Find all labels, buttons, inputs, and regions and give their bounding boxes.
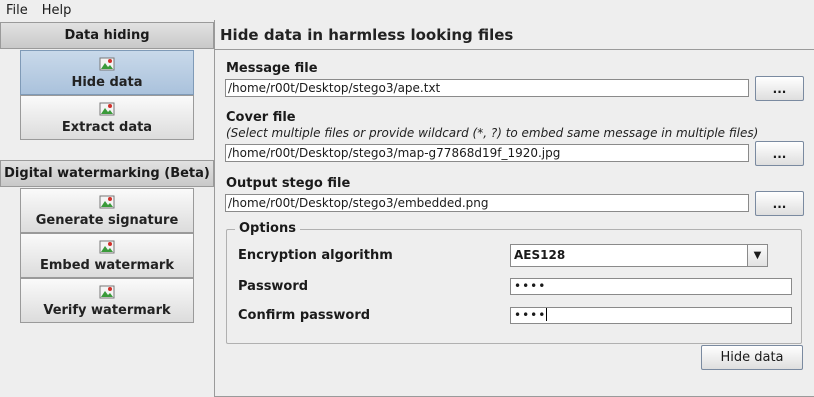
encryption-algorithm-select[interactable]: AES128 ▼ [510, 244, 768, 267]
verify-watermark-button[interactable]: Verify watermark [20, 278, 194, 323]
confirm-password-label: Confirm password [238, 308, 371, 323]
output-file-input[interactable]: /home/r00t/Desktop/stego3/embedded.png [225, 194, 749, 212]
message-file-browse-button[interactable]: ... [755, 76, 804, 101]
encryption-algorithm-value: AES128 [514, 248, 566, 262]
options-group: Options Encryption algorithm AES128 ▼ Pa… [226, 221, 802, 344]
password-field[interactable]: •••• [510, 278, 792, 295]
chevron-down-icon[interactable]: ▼ [747, 245, 767, 266]
generate-signature-label: Generate signature [35, 213, 179, 228]
generate-signature-button[interactable]: Generate signature [20, 188, 194, 233]
image-icon [99, 195, 115, 209]
message-file-label: Message file [226, 61, 318, 76]
options-legend: Options [235, 221, 300, 236]
page-title: Hide data in harmless looking files [215, 20, 814, 50]
cover-file-hint: (Select multiple files or provide wildca… [226, 126, 759, 140]
image-icon [99, 57, 115, 71]
extract-data-label: Extract data [61, 120, 153, 135]
menu-bar: File Help [0, 0, 814, 20]
output-file-browse-button[interactable]: ... [755, 191, 804, 216]
image-icon [99, 285, 115, 299]
cover-file-label: Cover file [226, 110, 296, 125]
section-header-watermarking: Digital watermarking (Beta) [0, 160, 214, 187]
confirm-password-value: •••• [514, 308, 547, 322]
main-panel: Hide data in harmless looking files Mess… [214, 20, 814, 397]
menu-help[interactable]: Help [42, 3, 72, 18]
cover-file-browse-button[interactable]: ... [755, 141, 804, 166]
extract-data-button[interactable]: Extract data [20, 95, 194, 140]
section-header-data-hiding: Data hiding [0, 22, 214, 49]
menu-file[interactable]: File [6, 3, 28, 18]
hide-data-button[interactable]: Hide data [20, 50, 194, 95]
hide-data-submit-button[interactable]: Hide data [701, 345, 803, 370]
image-icon [99, 240, 115, 254]
confirm-password-field[interactable]: •••• [510, 307, 792, 324]
image-icon [99, 102, 115, 116]
hide-data-label: Hide data [71, 75, 143, 90]
message-file-input[interactable]: /home/r00t/Desktop/stego3/ape.txt [225, 79, 749, 97]
text-caret [546, 308, 548, 321]
verify-watermark-label: Verify watermark [43, 303, 171, 318]
password-label: Password [238, 279, 309, 294]
encryption-algorithm-label: Encryption algorithm [238, 248, 393, 263]
output-file-label: Output stego file [226, 176, 351, 191]
embed-watermark-button[interactable]: Embed watermark [20, 233, 194, 278]
cover-file-input[interactable]: /home/r00t/Desktop/stego3/map-g77868d19f… [225, 144, 749, 162]
sidebar: Data hiding Hide data Extract data Digit… [0, 20, 214, 397]
embed-watermark-label: Embed watermark [40, 258, 174, 273]
